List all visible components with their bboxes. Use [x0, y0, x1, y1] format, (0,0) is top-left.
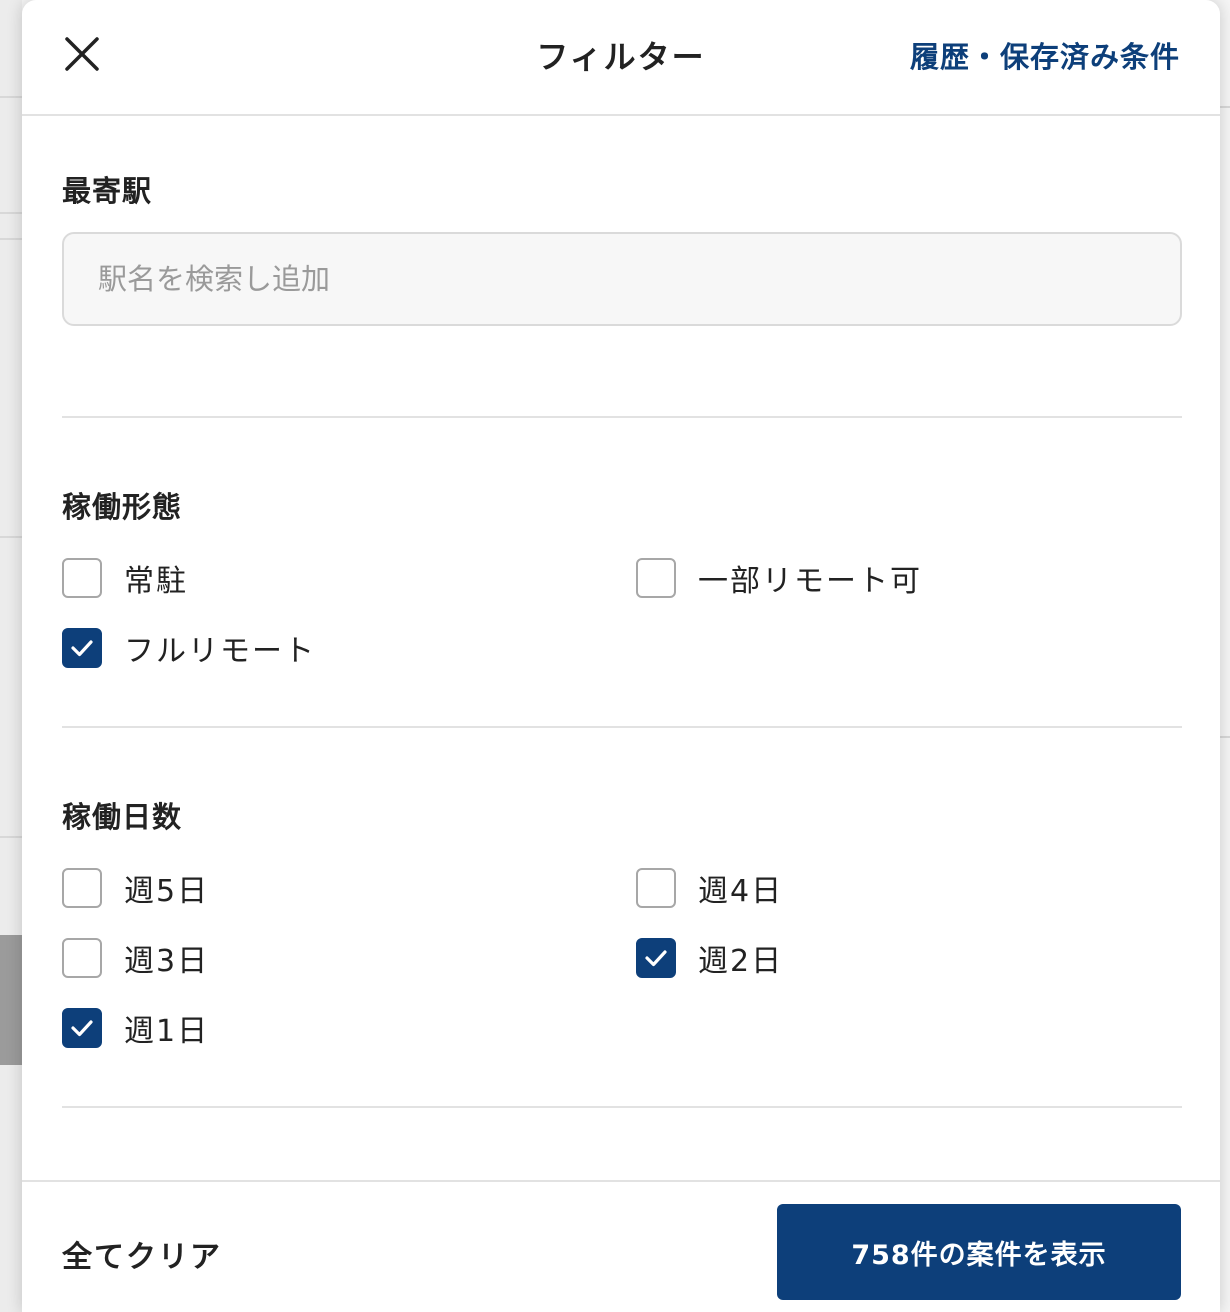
- history-saved-conditions-link[interactable]: 履歴・保存済み条件: [910, 34, 1180, 76]
- filter-modal: フィルター 履歴・保存済み条件 最寄駅 稼働形態 常駐 一部リモート可 フルリモ…: [22, 0, 1220, 1312]
- checkbox-option-1-day[interactable]: 週1日: [62, 1008, 210, 1049]
- modal-header: フィルター 履歴・保存済み条件: [22, 0, 1220, 116]
- filter-body[interactable]: 最寄駅 稼働形態 常駐 一部リモート可 フルリモート 稼働日数: [22, 118, 1220, 1180]
- checkbox-label: 週4日: [698, 874, 784, 909]
- background-block: [0, 935, 22, 1065]
- checkbox-label: フルリモート: [124, 634, 316, 669]
- section-divider: [62, 1106, 1182, 1108]
- background-divider: [0, 836, 22, 838]
- checkbox-option-jochu[interactable]: 常駐: [62, 558, 188, 599]
- checkbox-label: 常駐: [124, 564, 188, 599]
- background-divider: [0, 212, 22, 214]
- checkbox[interactable]: [62, 1008, 102, 1048]
- background-strip: [0, 0, 22, 1312]
- background-divider: [0, 238, 22, 240]
- background-divider: [1220, 106, 1230, 108]
- check-icon: [71, 640, 93, 657]
- section-title-work-days: 稼働日数: [62, 800, 183, 834]
- checkbox[interactable]: [636, 938, 676, 978]
- show-results-button[interactable]: 758件の案件を表示: [777, 1204, 1181, 1300]
- checkbox-label: 週5日: [124, 874, 210, 909]
- checkbox-label: 一部リモート可: [698, 564, 922, 599]
- section-title-work-style: 稼働形態: [62, 490, 183, 524]
- background-divider: [1220, 736, 1230, 738]
- checkbox[interactable]: [62, 558, 102, 598]
- background-divider: [0, 96, 22, 98]
- checkbox-label: 週2日: [698, 944, 784, 979]
- check-icon: [71, 1020, 93, 1037]
- checkbox-option-full-remote[interactable]: フルリモート: [62, 628, 316, 669]
- checkbox[interactable]: [62, 868, 102, 908]
- checkbox-option-4-days[interactable]: 週4日: [636, 868, 784, 909]
- checkbox-option-3-days[interactable]: 週3日: [62, 938, 210, 979]
- checkbox-option-2-days[interactable]: 週2日: [636, 938, 784, 979]
- section-divider: [62, 726, 1182, 728]
- check-icon: [645, 950, 667, 967]
- section-title-station: 最寄駅: [62, 174, 153, 208]
- checkbox-label: 週1日: [124, 1014, 210, 1049]
- modal-footer: 全てクリア 758件の案件を表示: [22, 1180, 1220, 1312]
- background-divider: [0, 536, 22, 538]
- section-divider: [62, 416, 1182, 418]
- checkbox[interactable]: [62, 938, 102, 978]
- clear-all-button[interactable]: 全てクリア: [62, 1232, 222, 1276]
- checkbox[interactable]: [636, 558, 676, 598]
- station-search-input[interactable]: [62, 232, 1182, 326]
- checkbox[interactable]: [636, 868, 676, 908]
- checkbox-label: 週3日: [124, 944, 210, 979]
- checkbox-option-5-days[interactable]: 週5日: [62, 868, 210, 909]
- checkbox[interactable]: [62, 628, 102, 668]
- checkbox-option-partial-remote[interactable]: 一部リモート可: [636, 558, 922, 599]
